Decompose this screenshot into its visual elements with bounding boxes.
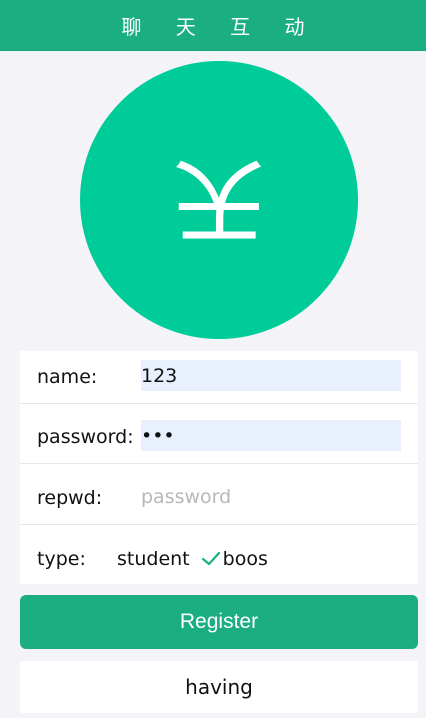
password-row: password: <box>20 411 418 464</box>
name-label: name: <box>37 366 98 388</box>
password-label: password: <box>37 426 134 448</box>
repwd-row: repwd: <box>20 472 418 525</box>
repwd-field[interactable] <box>141 481 401 512</box>
top-bar: 聊 天 互 动 <box>0 0 426 51</box>
name-field[interactable] <box>141 360 401 391</box>
type-label: type: <box>37 548 86 570</box>
having-button[interactable]: having <box>20 661 418 713</box>
avatar-glyph: 天 <box>172 146 265 253</box>
page-title: 聊 天 互 动 <box>121 14 319 39</box>
type-row: type: student boos <box>20 533 418 585</box>
register-form: name: password: repwd: type: student bo <box>20 351 418 584</box>
type-boos-option[interactable]: boos <box>201 548 268 570</box>
repwd-label: repwd: <box>37 487 103 509</box>
register-page: 聊 天 互 动 天 name: password: repwd: type: s… <box>0 0 426 718</box>
type-radio-group: student boos <box>117 533 268 585</box>
check-icon <box>201 552 220 566</box>
name-row: name: <box>20 351 418 404</box>
type-student-option[interactable]: student <box>117 548 190 570</box>
avatar: 天 <box>80 61 358 339</box>
password-field[interactable] <box>141 420 401 451</box>
register-button[interactable]: Register <box>20 595 418 649</box>
type-student-label: student <box>117 548 190 570</box>
type-boos-label: boos <box>222 548 268 570</box>
